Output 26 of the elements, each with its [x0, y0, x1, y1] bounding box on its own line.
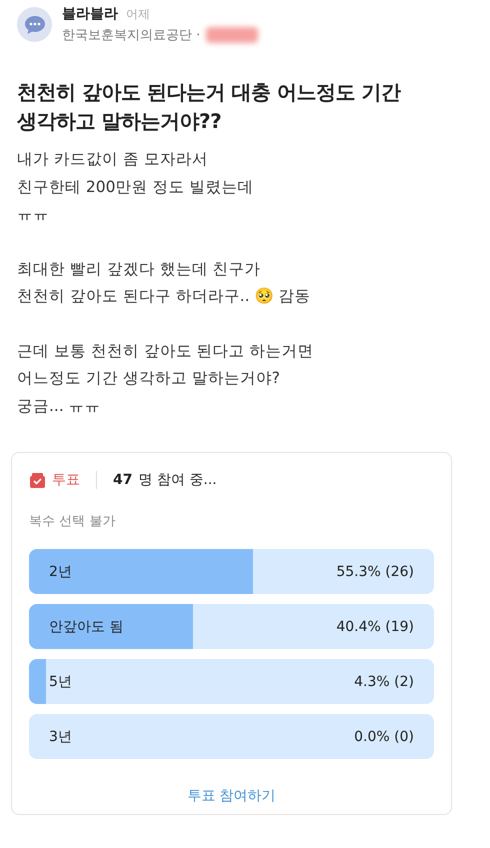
- redaction-mark: [206, 27, 258, 43]
- poll-note: 복수 선택 불가: [29, 513, 116, 530]
- post-paragraph: 최대한 빨리 갚겠다 했는데 친구가 천천히 갚아도 된다구 하더라구.. 🥺 감동: [17, 258, 312, 307]
- option-label: 3년: [49, 728, 72, 746]
- chat-bubble-icon: [24, 14, 46, 34]
- option-result: 0.0% (0): [354, 728, 414, 744]
- author-name[interactable]: 블라블라: [62, 5, 118, 23]
- post-title: 천천히 갚아도 된다는거 대충 어느정도 기간 생각하고 말하는거야??: [17, 79, 402, 135]
- option-result: 40.4% (19): [336, 618, 414, 634]
- poll-option[interactable]: 5년 4.3% (2): [29, 659, 434, 704]
- post-paragraph: 근데 보통 천천히 갚아도 된다고 하는거면 어느정도 기간 생각하고 말하는거야? 궁금... ㅠㅠ: [17, 340, 315, 416]
- ballot-box-icon: [29, 472, 46, 488]
- option-label: 안갚아도 됨: [49, 618, 124, 636]
- poll-option[interactable]: 3년 0.0% (0): [29, 714, 434, 759]
- company-name: 한국보훈복지의료공단 ·: [62, 27, 200, 44]
- poll-option[interactable]: 2년 55.3% (26): [29, 549, 434, 594]
- participant-text: 명 참여 중...: [138, 471, 217, 489]
- poll-option[interactable]: 안갚아도 됨 40.4% (19): [29, 604, 434, 649]
- option-label: 2년: [49, 562, 72, 580]
- option-label: 5년: [49, 672, 72, 690]
- post-time: 어제: [126, 6, 150, 23]
- option-result: 55.3% (26): [336, 564, 414, 580]
- post-paragraph: 내가 카드값이 좀 모자라서 친구한테 200만원 정도 빌렸는데 ㅠㅠ: [17, 149, 254, 225]
- poll-label: 투표: [52, 471, 80, 489]
- option-result: 4.3% (2): [354, 674, 414, 690]
- participant-count: 47: [113, 472, 132, 488]
